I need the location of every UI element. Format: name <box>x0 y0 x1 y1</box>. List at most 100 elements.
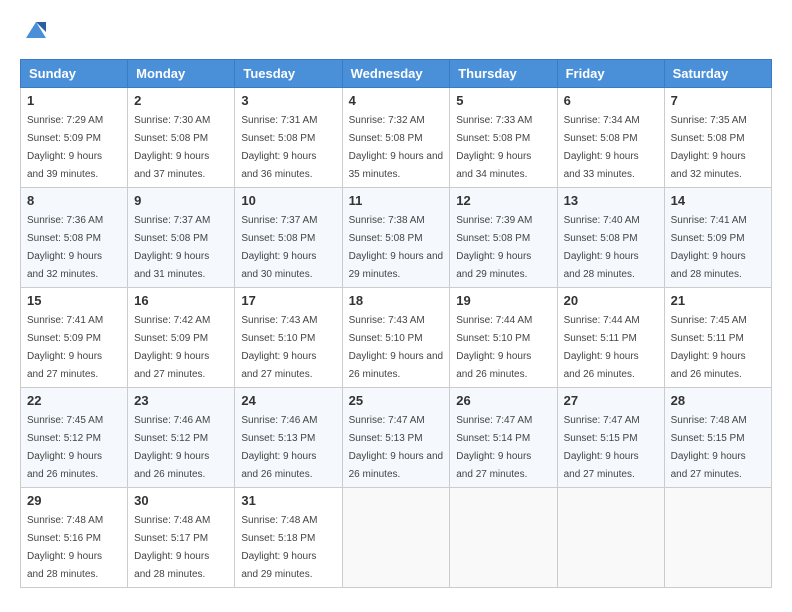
calendar-cell: 24 Sunrise: 7:46 AMSunset: 5:13 PMDaylig… <box>235 388 342 488</box>
day-number: 21 <box>671 293 765 308</box>
day-number: 26 <box>456 393 550 408</box>
day-detail: Sunrise: 7:43 AMSunset: 5:10 PMDaylight:… <box>241 315 317 380</box>
calendar-cell: 10 Sunrise: 7:37 AMSunset: 5:08 PMDaylig… <box>235 188 342 288</box>
day-detail: Sunrise: 7:31 AMSunset: 5:08 PMDaylight:… <box>241 115 317 180</box>
day-detail: Sunrise: 7:37 AMSunset: 5:08 PMDaylight:… <box>134 215 210 280</box>
day-detail: Sunrise: 7:47 AMSunset: 5:15 PMDaylight:… <box>564 415 640 480</box>
day-detail: Sunrise: 7:35 AMSunset: 5:08 PMDaylight:… <box>671 115 747 180</box>
day-detail: Sunrise: 7:29 AMSunset: 5:09 PMDaylight:… <box>27 115 103 180</box>
day-detail: Sunrise: 7:33 AMSunset: 5:08 PMDaylight:… <box>456 115 532 180</box>
calendar-cell: 5 Sunrise: 7:33 AMSunset: 5:08 PMDayligh… <box>450 88 557 188</box>
logo <box>20 20 50 49</box>
day-number: 3 <box>241 93 335 108</box>
calendar-cell: 31 Sunrise: 7:48 AMSunset: 5:18 PMDaylig… <box>235 488 342 588</box>
day-detail: Sunrise: 7:38 AMSunset: 5:08 PMDaylight:… <box>349 215 444 280</box>
day-number: 14 <box>671 193 765 208</box>
day-number: 28 <box>671 393 765 408</box>
day-number: 27 <box>564 393 658 408</box>
day-detail: Sunrise: 7:39 AMSunset: 5:08 PMDaylight:… <box>456 215 532 280</box>
day-detail: Sunrise: 7:47 AMSunset: 5:14 PMDaylight:… <box>456 415 532 480</box>
calendar-cell: 8 Sunrise: 7:36 AMSunset: 5:08 PMDayligh… <box>21 188 128 288</box>
day-number: 29 <box>27 493 121 508</box>
calendar-cell: 11 Sunrise: 7:38 AMSunset: 5:08 PMDaylig… <box>342 188 450 288</box>
calendar-cell <box>557 488 664 588</box>
day-detail: Sunrise: 7:34 AMSunset: 5:08 PMDaylight:… <box>564 115 640 180</box>
day-number: 9 <box>134 193 228 208</box>
day-detail: Sunrise: 7:37 AMSunset: 5:08 PMDaylight:… <box>241 215 317 280</box>
day-detail: Sunrise: 7:42 AMSunset: 5:09 PMDaylight:… <box>134 315 210 380</box>
day-detail: Sunrise: 7:48 AMSunset: 5:18 PMDaylight:… <box>241 515 317 580</box>
header-sunday: Sunday <box>21 60 128 88</box>
day-number: 11 <box>349 193 444 208</box>
day-detail: Sunrise: 7:44 AMSunset: 5:11 PMDaylight:… <box>564 315 640 380</box>
day-number: 15 <box>27 293 121 308</box>
day-detail: Sunrise: 7:46 AMSunset: 5:12 PMDaylight:… <box>134 415 210 480</box>
day-detail: Sunrise: 7:45 AMSunset: 5:12 PMDaylight:… <box>27 415 103 480</box>
day-number: 13 <box>564 193 658 208</box>
day-number: 1 <box>27 93 121 108</box>
calendar-cell <box>450 488 557 588</box>
calendar-week-2: 8 Sunrise: 7:36 AMSunset: 5:08 PMDayligh… <box>21 188 772 288</box>
day-number: 19 <box>456 293 550 308</box>
calendar-cell: 16 Sunrise: 7:42 AMSunset: 5:09 PMDaylig… <box>128 288 235 388</box>
day-number: 31 <box>241 493 335 508</box>
calendar-cell: 23 Sunrise: 7:46 AMSunset: 5:12 PMDaylig… <box>128 388 235 488</box>
page-header <box>20 20 772 49</box>
calendar-cell: 30 Sunrise: 7:48 AMSunset: 5:17 PMDaylig… <box>128 488 235 588</box>
day-detail: Sunrise: 7:48 AMSunset: 5:16 PMDaylight:… <box>27 515 103 580</box>
day-number: 24 <box>241 393 335 408</box>
calendar-week-3: 15 Sunrise: 7:41 AMSunset: 5:09 PMDaylig… <box>21 288 772 388</box>
day-number: 23 <box>134 393 228 408</box>
header-wednesday: Wednesday <box>342 60 450 88</box>
day-number: 7 <box>671 93 765 108</box>
logo-icon <box>22 16 50 44</box>
calendar-cell: 18 Sunrise: 7:43 AMSunset: 5:10 PMDaylig… <box>342 288 450 388</box>
day-detail: Sunrise: 7:48 AMSunset: 5:15 PMDaylight:… <box>671 415 747 480</box>
day-detail: Sunrise: 7:36 AMSunset: 5:08 PMDaylight:… <box>27 215 103 280</box>
calendar-cell: 29 Sunrise: 7:48 AMSunset: 5:16 PMDaylig… <box>21 488 128 588</box>
day-number: 22 <box>27 393 121 408</box>
day-number: 10 <box>241 193 335 208</box>
day-detail: Sunrise: 7:41 AMSunset: 5:09 PMDaylight:… <box>27 315 103 380</box>
calendar-cell: 1 Sunrise: 7:29 AMSunset: 5:09 PMDayligh… <box>21 88 128 188</box>
header-saturday: Saturday <box>664 60 771 88</box>
day-number: 8 <box>27 193 121 208</box>
calendar-cell: 3 Sunrise: 7:31 AMSunset: 5:08 PMDayligh… <box>235 88 342 188</box>
day-detail: Sunrise: 7:46 AMSunset: 5:13 PMDaylight:… <box>241 415 317 480</box>
calendar-cell: 19 Sunrise: 7:44 AMSunset: 5:10 PMDaylig… <box>450 288 557 388</box>
day-number: 12 <box>456 193 550 208</box>
day-number: 16 <box>134 293 228 308</box>
calendar-table: SundayMondayTuesdayWednesdayThursdayFrid… <box>20 59 772 588</box>
day-number: 5 <box>456 93 550 108</box>
calendar-header-row: SundayMondayTuesdayWednesdayThursdayFrid… <box>21 60 772 88</box>
calendar-cell: 14 Sunrise: 7:41 AMSunset: 5:09 PMDaylig… <box>664 188 771 288</box>
day-detail: Sunrise: 7:40 AMSunset: 5:08 PMDaylight:… <box>564 215 640 280</box>
calendar-cell: 4 Sunrise: 7:32 AMSunset: 5:08 PMDayligh… <box>342 88 450 188</box>
day-number: 6 <box>564 93 658 108</box>
header-friday: Friday <box>557 60 664 88</box>
day-detail: Sunrise: 7:45 AMSunset: 5:11 PMDaylight:… <box>671 315 747 380</box>
calendar-week-4: 22 Sunrise: 7:45 AMSunset: 5:12 PMDaylig… <box>21 388 772 488</box>
calendar-cell: 9 Sunrise: 7:37 AMSunset: 5:08 PMDayligh… <box>128 188 235 288</box>
header-tuesday: Tuesday <box>235 60 342 88</box>
day-number: 20 <box>564 293 658 308</box>
calendar-cell: 26 Sunrise: 7:47 AMSunset: 5:14 PMDaylig… <box>450 388 557 488</box>
header-monday: Monday <box>128 60 235 88</box>
calendar-cell: 6 Sunrise: 7:34 AMSunset: 5:08 PMDayligh… <box>557 88 664 188</box>
calendar-cell: 20 Sunrise: 7:44 AMSunset: 5:11 PMDaylig… <box>557 288 664 388</box>
header-thursday: Thursday <box>450 60 557 88</box>
day-detail: Sunrise: 7:48 AMSunset: 5:17 PMDaylight:… <box>134 515 210 580</box>
calendar-cell: 12 Sunrise: 7:39 AMSunset: 5:08 PMDaylig… <box>450 188 557 288</box>
day-detail: Sunrise: 7:47 AMSunset: 5:13 PMDaylight:… <box>349 415 444 480</box>
calendar-cell: 7 Sunrise: 7:35 AMSunset: 5:08 PMDayligh… <box>664 88 771 188</box>
day-number: 18 <box>349 293 444 308</box>
calendar-cell: 21 Sunrise: 7:45 AMSunset: 5:11 PMDaylig… <box>664 288 771 388</box>
calendar-week-1: 1 Sunrise: 7:29 AMSunset: 5:09 PMDayligh… <box>21 88 772 188</box>
calendar-cell <box>342 488 450 588</box>
calendar-cell: 15 Sunrise: 7:41 AMSunset: 5:09 PMDaylig… <box>21 288 128 388</box>
day-detail: Sunrise: 7:44 AMSunset: 5:10 PMDaylight:… <box>456 315 532 380</box>
day-detail: Sunrise: 7:41 AMSunset: 5:09 PMDaylight:… <box>671 215 747 280</box>
day-number: 25 <box>349 393 444 408</box>
day-detail: Sunrise: 7:32 AMSunset: 5:08 PMDaylight:… <box>349 115 444 180</box>
day-number: 4 <box>349 93 444 108</box>
